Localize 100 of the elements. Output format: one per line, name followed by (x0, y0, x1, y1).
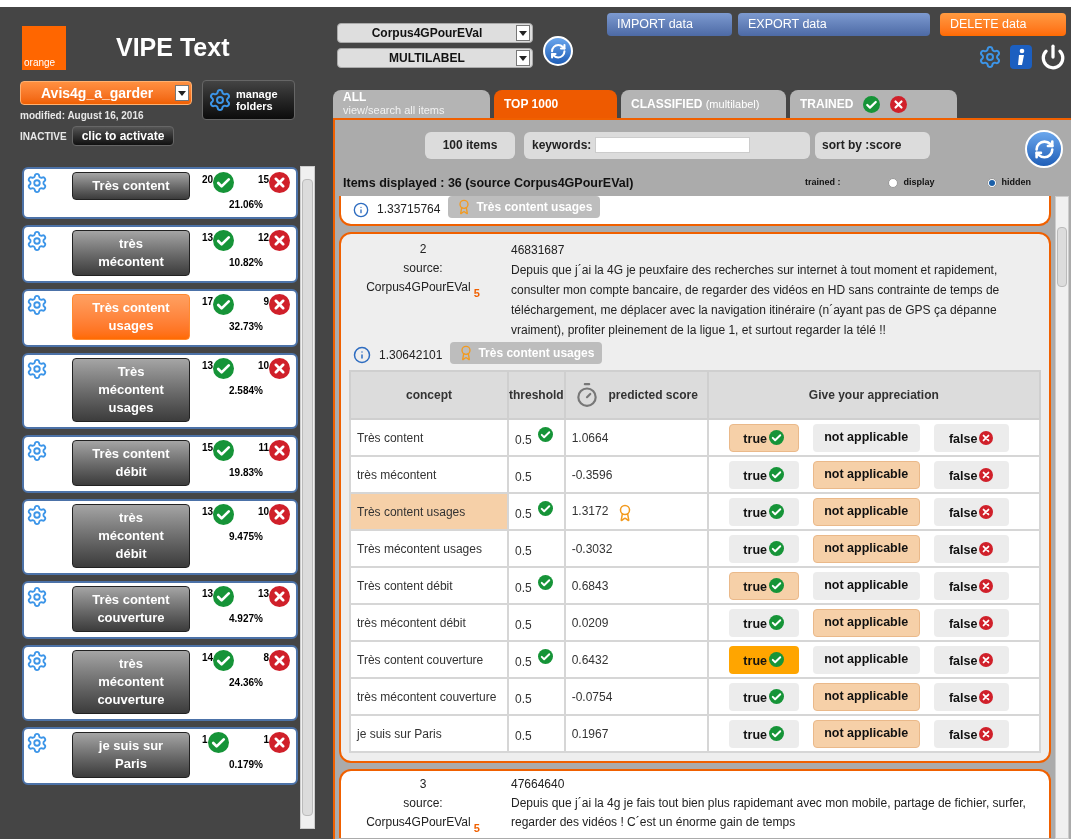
item-text: Depuis que j´ai la 4G je peuxfaire des recherches sur internet à tout moment et rapidement, consulter mon compte bancaire, de regarder des vidéos en HD sans contrainte de temps de téléchargement, me déplacer avec la navigation itinéraire (n´ayant pas de GPS ça dépanne vraiment), profiter pleinement de la ligue 1, et surtout regarder la télé !! (511, 262, 1001, 339)
cross-icon (269, 172, 290, 193)
answer-button[interactable]: false (933, 682, 1009, 711)
settings-icon[interactable] (978, 45, 1002, 69)
check-icon (769, 615, 784, 630)
answer-button[interactable]: false (933, 534, 1009, 563)
answer-button[interactable]: not applicable (812, 460, 920, 489)
gear-icon (26, 586, 48, 608)
answer-button[interactable]: true (728, 682, 799, 711)
answer-button[interactable]: not applicable (812, 497, 920, 526)
answer-button[interactable]: not applicable (812, 682, 920, 711)
answer-button[interactable]: true (728, 719, 799, 748)
cross-icon (979, 541, 994, 556)
cross-icon (269, 504, 290, 525)
score-value: 0.0209 (571, 614, 609, 632)
cross-icon (269, 440, 290, 461)
cross-icon (269, 358, 290, 379)
concept-button[interactable]: très mécontent (72, 230, 190, 276)
threshold-value: 0.5 (515, 727, 532, 745)
action-button[interactable]: EXPORT data (738, 13, 930, 36)
answer-button[interactable]: true (728, 423, 799, 452)
answer-button[interactable]: not applicable (812, 645, 920, 674)
check-icon (213, 172, 235, 193)
answer-button[interactable]: false (933, 423, 1009, 452)
answer-button[interactable]: true (728, 497, 799, 526)
concept-percent: 0.179% (229, 758, 263, 772)
true-count: 13 (202, 587, 214, 601)
items-summary: Items displayed : 36 (source Corpus4GPourEVal) (343, 174, 634, 192)
scrollbar[interactable] (300, 166, 315, 829)
cross-icon (979, 467, 994, 482)
check-icon (213, 294, 235, 315)
gear-icon (26, 650, 48, 672)
true-count: 20 (202, 173, 214, 187)
caret-icon (516, 50, 530, 66)
scrollbar[interactable] (1055, 196, 1069, 839)
cross-icon (979, 615, 994, 630)
cross-icon (979, 726, 994, 741)
answer-button[interactable]: not applicable (812, 608, 920, 637)
refresh-icon[interactable] (543, 36, 573, 66)
column-header: predicted score (564, 371, 708, 419)
radio-option[interactable]: hidden (986, 176, 1031, 190)
items-count-button[interactable]: 100 items (425, 131, 515, 159)
answer-button[interactable]: not applicable (812, 423, 920, 452)
answer-button[interactable]: false (933, 719, 1009, 748)
keywords-field[interactable] (595, 137, 751, 153)
answer-button[interactable]: false (933, 460, 1009, 489)
answer-button[interactable]: false (933, 608, 1009, 637)
score-value: -0.3032 (571, 540, 613, 558)
true-count: 1 (202, 733, 208, 747)
false-count: 13 (257, 587, 269, 601)
power-icon[interactable] (1040, 44, 1066, 70)
answer-button[interactable]: true (728, 645, 799, 674)
answer-button[interactable]: false (933, 497, 1009, 526)
answer-button[interactable]: true (728, 571, 799, 600)
answer-button[interactable]: not applicable (812, 719, 920, 748)
threshold-value: 0.5 (515, 653, 532, 671)
cross-icon (979, 689, 994, 704)
radio-option[interactable]: display (888, 176, 935, 190)
activate-button[interactable]: clic to activate (71, 126, 175, 146)
answer-button[interactable]: true (728, 608, 799, 637)
action-button[interactable]: IMPORT data (607, 13, 732, 36)
answer-button[interactable]: false (933, 571, 1009, 600)
answer-button[interactable]: true (728, 534, 799, 563)
refresh-icon[interactable] (1025, 130, 1063, 168)
concept-button[interactable]: Très content (72, 172, 190, 200)
item-text: Depuis que j´ai la 4g je fais tout bien plus rapidemant avec mon mobile, partage de fichier, surfer, regarder des vidéos ! C´est un énorme gain de temps (511, 795, 1027, 831)
source-count: 5 (473, 821, 480, 836)
answer-button[interactable]: true (728, 460, 799, 489)
threshold-value: 0.5 (515, 690, 532, 708)
concept-button[interactable]: Très mécontent usages (72, 358, 190, 422)
concept-button[interactable]: je suis sur Paris (72, 732, 190, 778)
answer-button[interactable]: not applicable (812, 534, 920, 563)
concept-cell: je suis sur Paris (350, 715, 508, 752)
manage-folders-button[interactable]: manage folders (202, 80, 295, 120)
cross-icon (269, 586, 290, 607)
concept-button[interactable]: très mécontent couverture (72, 650, 190, 714)
threshold-value: 0.5 (515, 542, 532, 560)
item-id: 47664640 (511, 776, 566, 793)
check-icon (769, 726, 784, 741)
gear-icon (26, 230, 48, 252)
score-value: 0.1967 (571, 725, 609, 743)
corpus-select[interactable]: Corpus4GPourEVal (337, 23, 533, 43)
concept-percent: 10.82% (229, 256, 263, 270)
source-label: source: (403, 260, 443, 277)
info-icon[interactable] (1010, 45, 1032, 69)
logo: orange (22, 26, 66, 70)
concept-button[interactable]: Très content débit (72, 440, 190, 486)
mode-select[interactable]: MULTILABEL (337, 48, 533, 68)
concept-button[interactable]: Très content couverture (72, 586, 190, 632)
gear-icon (26, 358, 48, 380)
cross-icon (269, 650, 290, 671)
answer-button[interactable]: false (933, 645, 1009, 674)
check-icon (537, 500, 553, 516)
sort-button[interactable]: sort by :score (815, 131, 930, 159)
score-value: 1.3172 (571, 502, 609, 520)
item-id: 46831687 (511, 242, 566, 259)
true-count: 14 (202, 651, 214, 665)
check-icon (537, 648, 553, 664)
concept-button[interactable]: très mécontent débit (72, 504, 190, 568)
answer-button[interactable]: not applicable (812, 571, 920, 600)
